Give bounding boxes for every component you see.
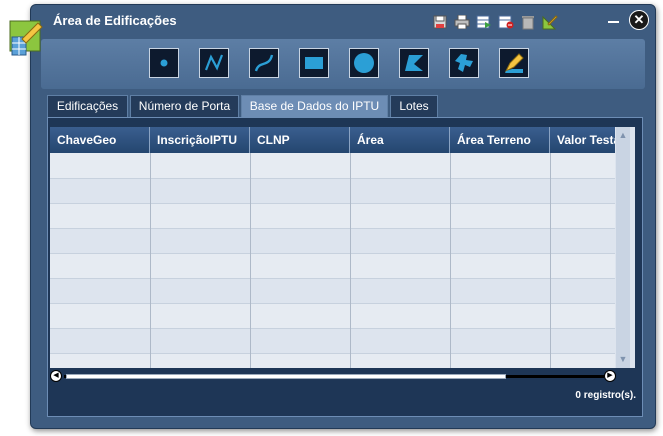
empty-row xyxy=(50,303,615,328)
scroll-down-icon[interactable]: ▼ xyxy=(618,354,628,364)
edificacoes-window: Área de Edificações ✕ Edificações Número… xyxy=(30,4,656,429)
circle-tool-icon[interactable] xyxy=(349,48,379,78)
record-count: 0 registro(s). xyxy=(575,390,636,401)
tab-edificacoes[interactable]: Edificações xyxy=(47,95,128,117)
row-divider xyxy=(50,303,615,304)
save-icon[interactable] xyxy=(431,13,449,31)
data-grid: ChaveGeo InscriçãoIPTU CLNP Área Área Te… xyxy=(50,127,635,368)
curve-tool-icon[interactable] xyxy=(249,48,279,78)
scroll-thumb[interactable] xyxy=(66,374,506,379)
column-divider xyxy=(350,153,351,368)
polyline-tool-icon[interactable] xyxy=(199,48,229,78)
scroll-up-icon[interactable]: ▲ xyxy=(618,130,628,140)
iptu-panel: ChaveGeo InscriçãoIPTU CLNP Área Área Te… xyxy=(47,117,643,417)
app-icon xyxy=(8,17,44,59)
close-button[interactable]: ✕ xyxy=(629,10,649,30)
grid-body xyxy=(50,153,615,368)
point-tool-icon[interactable] xyxy=(149,48,179,78)
empty-row xyxy=(50,153,615,178)
freehand-tool-icon[interactable] xyxy=(449,48,479,78)
column-divider xyxy=(550,153,551,368)
column-divider xyxy=(250,153,251,368)
rectangle-tool-icon[interactable] xyxy=(299,48,329,78)
vertical-scrollbar[interactable]: ▲ ▼ xyxy=(616,127,630,368)
trash-icon[interactable] xyxy=(519,13,537,31)
row-divider xyxy=(50,353,615,354)
drawing-toolbar xyxy=(41,39,645,89)
row-divider xyxy=(50,228,615,229)
row-divider xyxy=(50,253,615,254)
grid-header: ChaveGeo InscriçãoIPTU CLNP Área Área Te… xyxy=(50,127,615,153)
polygon-tool-icon[interactable] xyxy=(399,48,429,78)
tab-base-de-dados-iptu[interactable]: Base de Dados do IPTU xyxy=(241,95,388,118)
ruler-icon[interactable] xyxy=(541,13,559,31)
row-divider xyxy=(50,328,615,329)
column-divider xyxy=(150,153,151,368)
column-header-valor-testada[interactable]: Valor Testada xyxy=(550,127,615,153)
export-table-icon[interactable] xyxy=(475,13,493,31)
row-divider xyxy=(50,178,615,179)
column-header-area[interactable]: Área xyxy=(350,127,450,153)
horizontal-scrollbar[interactable]: ◀ ▶ xyxy=(50,370,616,382)
window-toolbar xyxy=(431,13,559,31)
edit-pencil-tool-icon[interactable] xyxy=(499,48,529,78)
empty-row xyxy=(50,353,615,368)
remove-layer-icon[interactable] xyxy=(497,13,515,31)
scroll-right-icon[interactable]: ▶ xyxy=(604,370,616,382)
empty-row xyxy=(50,203,615,228)
column-header-clnp[interactable]: CLNP xyxy=(250,127,350,153)
column-header-chavegeo[interactable]: ChaveGeo xyxy=(50,127,150,153)
minimize-button[interactable] xyxy=(608,21,619,23)
print-icon[interactable] xyxy=(453,13,471,31)
column-divider xyxy=(450,153,451,368)
empty-row xyxy=(50,253,615,278)
tab-numero-de-porta[interactable]: Número de Porta xyxy=(130,95,239,117)
window-title: Área de Edificações xyxy=(53,13,177,28)
row-divider xyxy=(50,203,615,204)
row-divider xyxy=(50,278,615,279)
column-header-inscricao-iptu[interactable]: InscriçãoIPTU xyxy=(150,127,250,153)
tab-lotes[interactable]: Lotes xyxy=(390,95,438,117)
scroll-left-icon[interactable]: ◀ xyxy=(50,370,62,382)
column-header-area-terreno[interactable]: Área Terreno xyxy=(450,127,550,153)
